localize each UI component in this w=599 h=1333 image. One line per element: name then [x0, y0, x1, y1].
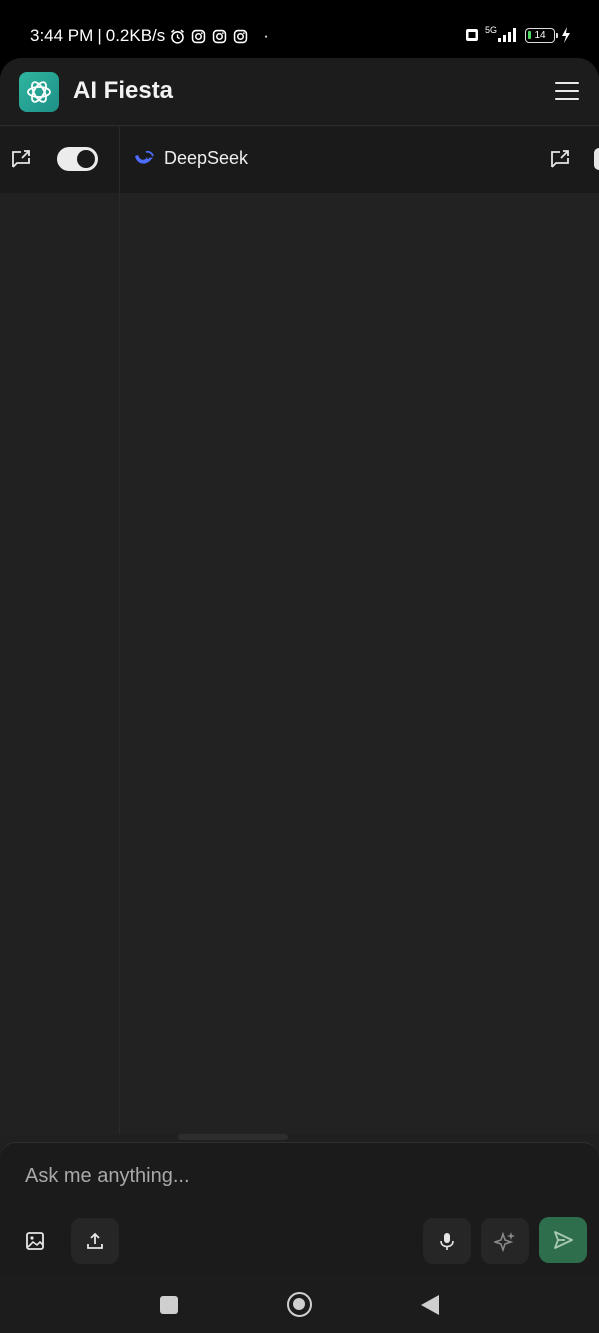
notification-dot: ·	[263, 26, 269, 45]
message-composer: Ask me anything...	[0, 1142, 599, 1275]
chat-panel-deepseek	[120, 193, 599, 1134]
instagram-icon	[213, 29, 227, 43]
instagram-icon	[234, 29, 248, 43]
system-navigation-bar	[0, 1275, 599, 1333]
app-header: AI Fiesta	[0, 58, 599, 126]
app-window: AI Fiesta DeepSeek Ask me anything...	[0, 58, 599, 1275]
home-icon[interactable]	[287, 1292, 312, 1317]
battery-level: 14	[534, 29, 546, 41]
model-panel-bar: DeepSeek	[0, 127, 599, 193]
next-model-toggle[interactable]	[594, 148, 599, 170]
model-name[interactable]: DeepSeek	[164, 148, 248, 169]
image-icon	[26, 1232, 44, 1250]
upload-button[interactable]	[71, 1218, 119, 1264]
share-chat-icon[interactable]	[10, 148, 32, 170]
message-input[interactable]: Ask me anything...	[25, 1165, 190, 1188]
voice-input-button[interactable]	[423, 1218, 471, 1264]
status-right: 5G 14	[465, 25, 571, 43]
enhance-prompt-button[interactable]	[481, 1218, 529, 1264]
signal-icon	[498, 28, 516, 42]
upload-icon	[87, 1232, 103, 1249]
hamburger-menu-icon[interactable]	[555, 80, 579, 102]
status-left: 3:44 PM | 0.2KB/s ·	[30, 26, 269, 46]
status-separator: |	[97, 26, 102, 45]
instagram-icon	[192, 29, 206, 43]
recent-apps-icon[interactable]	[160, 1296, 178, 1314]
share-chat-icon[interactable]	[549, 148, 571, 170]
deepseek-whale-icon	[135, 150, 154, 164]
horizontal-scroll-indicator[interactable]	[178, 1134, 288, 1140]
send-button[interactable]	[539, 1217, 587, 1263]
microphone-icon	[440, 1233, 454, 1250]
status-time: 3:44 PM	[30, 26, 94, 45]
charging-icon	[562, 27, 570, 43]
column-divider	[119, 127, 120, 1134]
alarm-icon	[171, 29, 185, 44]
model-toggle[interactable]	[57, 147, 98, 171]
ai-fiesta-logo-icon[interactable]	[19, 72, 59, 112]
network-type: 5G	[484, 25, 497, 35]
sim-icon	[465, 29, 478, 41]
network-speed: 0.2KB/s	[105, 26, 166, 45]
send-icon	[554, 1231, 573, 1249]
toggle-knob	[77, 150, 95, 168]
app-title: AI Fiesta	[73, 77, 174, 104]
battery-icon: 14	[525, 27, 558, 43]
status-bar: 3:44 PM | 0.2KB/s · 5G 14	[0, 0, 599, 58]
back-icon[interactable]	[421, 1295, 439, 1315]
attach-image-button[interactable]	[11, 1218, 59, 1264]
sparkle-icon	[494, 1231, 515, 1252]
